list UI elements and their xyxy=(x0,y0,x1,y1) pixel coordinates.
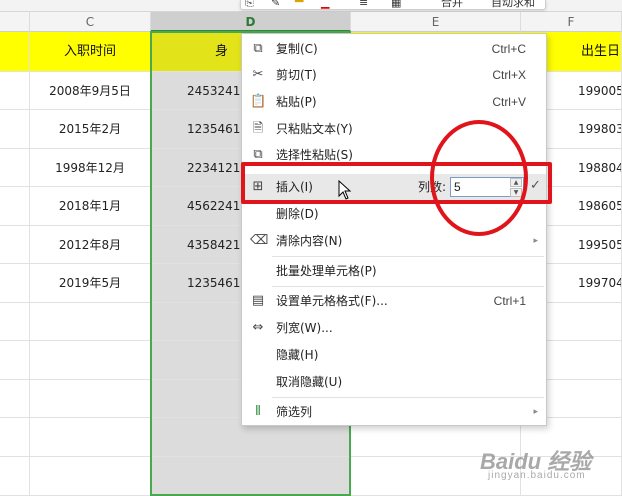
menu-item-label: 清除内容(N) xyxy=(276,234,343,248)
context-menu: ⧉ 复制(C) Ctrl+C ✂ 剪切(T) Ctrl+X 📋 粘贴(P) Ct… xyxy=(241,33,547,426)
column-header-d[interactable]: D xyxy=(151,12,351,32)
menu-item-label: 列宽(W)... xyxy=(276,321,333,335)
cell-header-c[interactable]: 入职时间 xyxy=(30,32,151,71)
eraser-icon: ⌫ xyxy=(250,233,269,248)
menu-item-cut[interactable]: ✂ 剪切(T) Ctrl+X xyxy=(242,62,546,88)
copy-icon: ⧉ xyxy=(253,41,263,56)
table-row xyxy=(0,457,622,496)
submenu-arrow-icon: ▸ xyxy=(533,407,538,417)
cell[interactable] xyxy=(0,264,30,302)
column-width-icon: ⇔ xyxy=(252,320,264,335)
column-header-c[interactable]: C xyxy=(30,12,151,32)
copy-icon[interactable]: ⎘ xyxy=(245,0,254,9)
menu-item-paste-special[interactable]: ⧉ 选择性粘贴(S) xyxy=(242,142,546,162)
menu-item-hide[interactable]: 隐藏(H) xyxy=(242,342,546,368)
menu-item-paste[interactable]: 📋 粘贴(P) Ctrl+V xyxy=(242,89,546,115)
paste-special-icon: ⧉ xyxy=(253,147,263,162)
cell[interactable] xyxy=(0,149,30,186)
border-icon[interactable]: ▦ xyxy=(391,0,401,9)
column-header-f[interactable]: F xyxy=(521,12,622,32)
column-count-label: 列数: xyxy=(418,180,447,194)
menu-item-insert[interactable]: ⊞ 插入(I) 列数: 5 ▲ ▼ ✓ xyxy=(242,174,546,200)
cell[interactable] xyxy=(351,457,521,495)
scissors-icon: ✂ xyxy=(252,67,264,82)
submenu-arrow-icon: ▸ xyxy=(533,236,538,246)
filter-column-icon: ⫴ xyxy=(255,404,261,419)
column-header-e[interactable]: E xyxy=(351,12,521,32)
menu-item-label: 只粘贴文本(Y) xyxy=(276,122,353,136)
spin-up-icon[interactable]: ▲ xyxy=(510,178,522,187)
cell[interactable] xyxy=(0,457,30,495)
cell-c[interactable]: 2018年1月 xyxy=(30,187,151,225)
cell-c[interactable]: 2008年9月5日 xyxy=(30,72,151,109)
menu-item-unhide[interactable]: 取消隐藏(U) xyxy=(242,369,546,395)
cell[interactable] xyxy=(0,72,30,109)
mini-toolbar: ⎘ ✎ ▀ ▁ ≡ ▦ 合并 自动求和 xyxy=(240,0,546,10)
menu-item-clear[interactable]: ⌫ 清除内容(N) ▸ xyxy=(242,228,546,254)
menu-item-delete[interactable]: 删除(D) xyxy=(242,201,546,227)
paste-text-icon: 🗎 xyxy=(252,121,264,136)
cell[interactable] xyxy=(0,380,30,417)
menu-item-label: 批量处理单元格(P) xyxy=(276,264,377,278)
cell[interactable] xyxy=(0,418,30,456)
menu-item-column-width[interactable]: ⇔ 列宽(W)... xyxy=(242,315,546,341)
cell[interactable] xyxy=(30,457,151,495)
menu-item-label: 筛选列 xyxy=(276,405,313,419)
menu-separator xyxy=(272,256,544,257)
cell-c[interactable]: 2012年8月 xyxy=(30,226,151,263)
format-cells-icon: ▤ xyxy=(251,293,265,308)
cell[interactable] xyxy=(151,457,351,495)
column-header-row: C D E F xyxy=(0,12,622,32)
spin-down-icon[interactable]: ▼ xyxy=(510,188,522,197)
cell[interactable] xyxy=(0,187,30,225)
menu-item-filter-column[interactable]: ⫴ 筛选列 ▸ xyxy=(242,399,546,425)
cell[interactable] xyxy=(0,226,30,263)
menu-item-label: 删除(D) xyxy=(276,207,319,221)
menu-item-shortcut: Ctrl+V xyxy=(492,95,526,109)
cell-c[interactable]: 2015年2月 xyxy=(30,110,151,148)
menu-item-label: 剪切(T) xyxy=(276,68,317,82)
cell[interactable] xyxy=(30,418,151,456)
menu-item-shortcut: Ctrl+X xyxy=(492,68,526,82)
fill-color-icon[interactable]: ▀ xyxy=(295,0,303,9)
menu-item-label: 复制(C) xyxy=(276,42,318,56)
cell-c[interactable]: 2019年5月 xyxy=(30,264,151,302)
cell[interactable] xyxy=(521,457,622,495)
menu-item-format-cells[interactable]: ▤ 设置单元格格式(F)... Ctrl+1 xyxy=(242,288,546,314)
menu-item-label: 插入(I) xyxy=(276,180,313,194)
merge-button[interactable]: 合并 xyxy=(441,0,463,9)
format-painter-icon[interactable]: ✎ xyxy=(271,0,280,9)
autosum-button[interactable]: 自动求和 xyxy=(491,0,535,9)
menu-item-copy[interactable]: ⧉ 复制(C) Ctrl+C xyxy=(242,36,546,62)
menu-separator xyxy=(272,397,544,398)
menu-item-label: 取消隐藏(U) xyxy=(276,375,343,389)
paste-icon: 📋 xyxy=(250,94,267,109)
menu-item-paste-text[interactable]: 🗎 只粘贴文本(Y) xyxy=(242,116,546,142)
menu-item-label: 隐藏(H) xyxy=(276,348,319,362)
confirm-check-icon[interactable]: ✓ xyxy=(530,178,541,193)
cell[interactable] xyxy=(0,341,30,379)
menu-separator xyxy=(272,286,544,287)
align-icon[interactable]: ≡ xyxy=(359,0,368,9)
menu-separator xyxy=(272,165,544,166)
cell[interactable] xyxy=(30,341,151,379)
cell[interactable] xyxy=(0,110,30,148)
mouse-cursor-icon xyxy=(338,180,352,200)
cell[interactable] xyxy=(30,303,151,340)
column-header-b[interactable] xyxy=(0,12,30,32)
menu-item-shortcut: Ctrl+1 xyxy=(493,294,526,308)
menu-item-shortcut: Ctrl+C xyxy=(491,42,526,56)
menu-item-label: 粘贴(P) xyxy=(276,95,317,109)
menu-item-label: 选择性粘贴(S) xyxy=(276,148,353,162)
cell[interactable] xyxy=(0,32,30,71)
menu-item-batch[interactable]: 批量处理单元格(P) xyxy=(242,258,546,284)
cell[interactable] xyxy=(30,380,151,417)
cell[interactable] xyxy=(0,303,30,340)
menu-item-label: 设置单元格格式(F)... xyxy=(276,294,388,308)
cell-c[interactable]: 1998年12月 xyxy=(30,149,151,186)
font-color-icon[interactable]: ▁ xyxy=(321,0,329,9)
insert-column-icon: ⊞ xyxy=(252,179,264,194)
